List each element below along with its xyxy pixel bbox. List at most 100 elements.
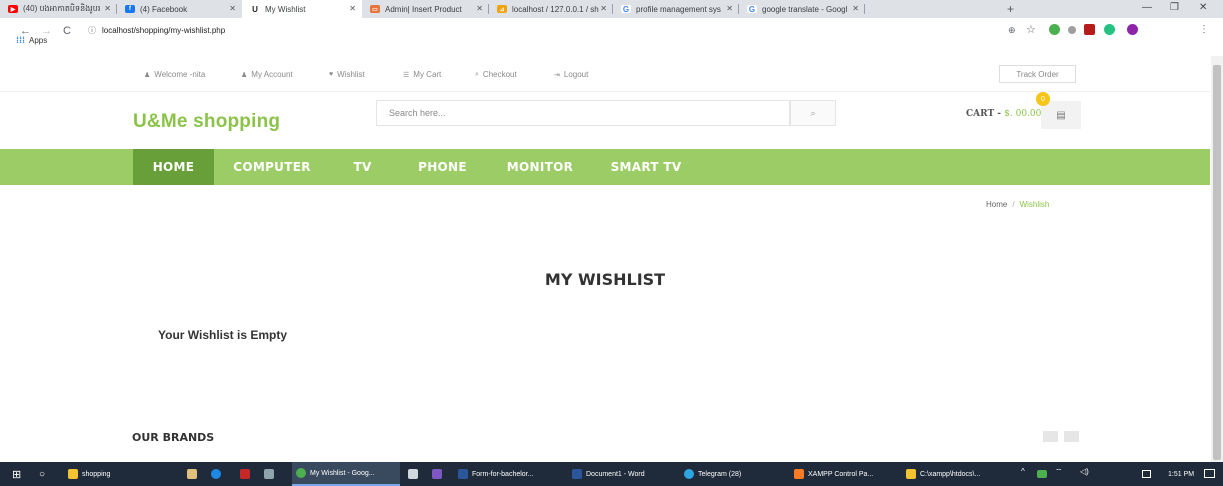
welcome-label: Welcome -nita [154,70,206,79]
close-window-button[interactable]: ✕ [1199,2,1207,13]
breadcrumb: Home / Wishlish [986,200,1049,209]
tray-app-icon[interactable] [1037,470,1047,478]
mail-icon[interactable] [408,469,418,479]
app-icon[interactable] [264,469,274,479]
cortana-icon: ○ [39,468,46,480]
google-icon: G [747,4,757,14]
app-icon[interactable] [240,469,250,479]
volume-icon[interactable]: ◁) [1080,467,1089,476]
extension-icon[interactable] [1049,24,1060,35]
keyboard-icon[interactable] [1142,470,1151,478]
word-icon [458,469,468,479]
url-text: localhost/shopping/my-wishlist.php [102,25,226,35]
close-icon[interactable]: ✕ [229,4,236,13]
search-input[interactable] [376,100,790,126]
minimize-button[interactable]: — [1142,2,1152,13]
breadcrumb-home[interactable]: Home [986,200,1007,209]
reload-button[interactable]: C [63,25,71,37]
zoom-icon[interactable]: ⊕ [1008,25,1016,36]
new-tab-button[interactable]: + [1007,2,1014,16]
my-account-link[interactable]: ♟ My Account [241,70,293,79]
bookmark-star-icon[interactable]: ☆ [1026,23,1036,36]
cortana-button[interactable]: ○ [39,462,45,486]
nav-phone[interactable]: PHONE [410,149,475,185]
carousel-next-button[interactable] [1064,431,1079,442]
word-icon [572,469,582,479]
facebook-icon: f [125,5,135,13]
browser-menu-icon[interactable]: ⋮ [1199,24,1209,35]
taskbar-item-shopping[interactable]: shopping [68,462,138,486]
tab-admin-insert-product[interactable]: ▭ Admin| Insert Product ✕ [362,0,489,18]
taskbar-label: Document1 - Word [586,470,645,478]
wishlist-link[interactable]: ♥ Wishlist [329,70,365,79]
notifications-icon[interactable] [1204,469,1215,478]
url-field[interactable]: ⓘ localhost/shopping/my-wishlist.php [88,22,988,38]
nav-smart-tv[interactable]: SMART TV [606,149,686,185]
tab-label: (40) បងអាកាតបិទនិងរូបរ [23,4,101,13]
taskbar-item-explorer[interactable]: C:\xampp\htdocs\... [906,462,1016,486]
profile-avatar-icon[interactable] [1127,24,1138,35]
folder-icon [68,469,78,479]
close-icon[interactable]: ✕ [852,4,859,13]
wifi-icon[interactable]: ⌔ [1055,467,1063,477]
tab-profile-management[interactable]: G profile management sys ✕ [613,0,739,18]
nav-monitor[interactable]: MONITOR [500,149,580,185]
tab-facebook[interactable]: f (4) Facebook ✕ [117,0,242,18]
taskbar-item-chrome[interactable]: My Wishlist - Goog... [292,462,400,486]
folder-icon [906,469,916,479]
store-icon[interactable] [187,469,197,479]
cart-summary[interactable]: CART - $. 00.00 [966,109,1041,119]
apps-label: Apps [29,35,48,45]
tab-youtube[interactable]: ▶ (40) បងអាកាតបិទនិងរូបរ ✕ [0,0,117,18]
tab-google-translate[interactable]: G google translate - Googl ✕ [739,0,865,18]
site-logo[interactable]: U&Me shopping [133,111,280,133]
close-icon[interactable]: ✕ [104,4,111,13]
grammarly-extension-icon[interactable] [1104,24,1115,35]
start-button[interactable]: ⊞ [12,462,21,486]
chrome-icon [296,468,306,478]
cart-button[interactable]: ▤ [1041,101,1081,129]
extension-icon[interactable] [1068,26,1076,34]
taskbar-item-word-document[interactable]: Document1 - Word [572,462,672,486]
taskbar-label: Form-for-bachelor... [472,470,534,478]
tab-phpmyadmin[interactable]: ⊿ localhost / 127.0.0.1 / sh ✕ [489,0,613,18]
nav-tv[interactable]: TV [345,149,380,185]
windows-icon: ⊞ [12,468,22,481]
track-order-button[interactable]: Track Order [999,65,1076,83]
nav-home[interactable]: HOME [133,149,214,185]
cart-label: CART - [966,109,1005,119]
user-icon: ♟ [144,71,151,79]
taskbar-item-word-form[interactable]: Form-for-bachelor... [458,462,566,486]
acrobat-extension-icon[interactable] [1084,24,1095,35]
checkout-link[interactable]: ⌕ Checkout [475,70,517,79]
edge-icon[interactable] [211,469,221,479]
logout-link[interactable]: ⇥ Logout [554,70,588,79]
phpmyadmin-icon: ⊿ [497,5,507,13]
welcome-link[interactable]: ♟ Welcome -nita [144,70,205,79]
taskbar-label: C:\xampp\htdocs\... [920,470,981,478]
search-button[interactable]: ⌕ [790,100,836,126]
info-icon[interactable]: ⓘ [88,25,96,36]
tab-label: My Wishlist [265,4,306,14]
restore-button[interactable]: ❐ [1170,2,1179,13]
bookmark-apps[interactable]: ⁞⁞⁞ Apps [16,35,47,45]
close-icon[interactable]: ✕ [726,4,733,13]
taskbar-clock[interactable]: 1:51 PM [1168,462,1194,486]
scrollbar-thumb[interactable] [1213,65,1221,460]
my-cart-link[interactable]: ☰ My Cart [403,70,441,79]
taskbar-label: XAMPP Control Pa... [808,470,874,478]
vscode-icon[interactable] [432,469,442,479]
close-icon[interactable]: ✕ [600,4,607,13]
tab-label: (4) Facebook [140,4,188,14]
nav-computer[interactable]: COMPUTER [222,149,322,185]
search-icon: ⌕ [810,107,816,118]
taskbar-label: My Wishlist - Goog... [310,469,375,477]
close-icon[interactable]: ✕ [349,4,356,13]
carousel-prev-button[interactable] [1043,431,1058,442]
my-cart-label: My Cart [413,70,442,79]
tab-my-wishlist[interactable]: U My Wishlist ✕ [242,0,362,18]
taskbar-item-xampp[interactable]: XAMPP Control Pa... [794,462,902,486]
close-icon[interactable]: ✕ [476,4,483,13]
taskbar-item-telegram[interactable]: Telegram (28) [684,462,784,486]
tray-expand-icon[interactable]: ^ [1021,467,1025,476]
